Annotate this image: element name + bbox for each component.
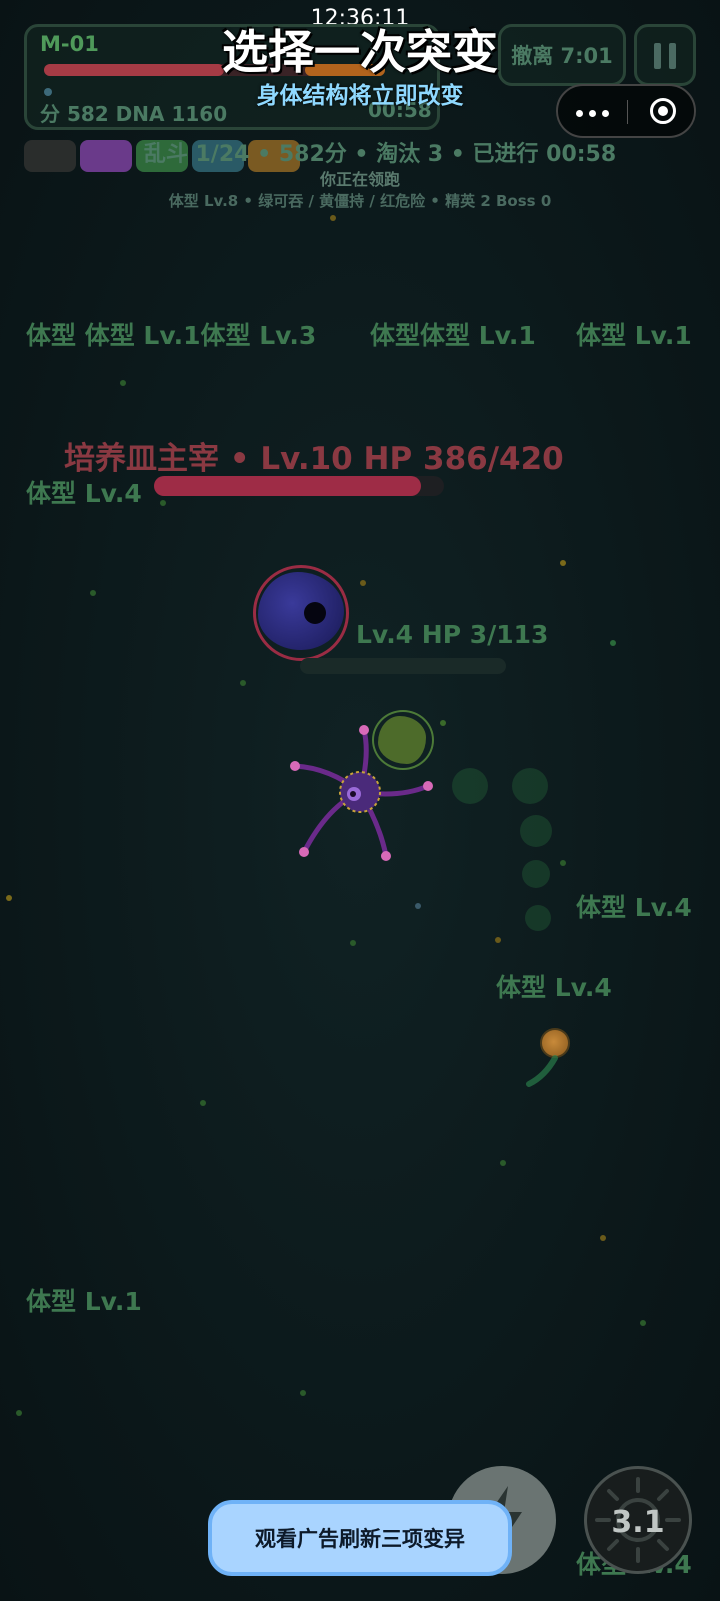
player-details: 体型 Lv.8 • 绿可吞 / 黄僵持 / 红危险 • 精英 2 Boss 0 <box>168 192 552 210</box>
food-particle <box>120 380 126 386</box>
trail-blob <box>452 768 488 804</box>
lead-status: 你正在领跑 <box>319 170 400 189</box>
food-particle <box>330 215 336 221</box>
enemy-label: 体型体型 Lv.1 <box>370 321 536 350</box>
nearby-enemy-hp-track <box>300 658 506 674</box>
food-particle <box>500 1160 506 1166</box>
mutation-subtitle: 身体结构将立即改变 <box>256 83 464 109</box>
nearby-enemy-label: Lv.4 HP 3/113 <box>356 620 549 649</box>
food-particle <box>610 640 616 646</box>
boss-cell <box>258 572 344 650</box>
boss-label: 培养皿主宰 • Lv.10 HP 386/420 <box>64 441 564 477</box>
enemy-label: 体型 体型 Lv.1体型 Lv.3 <box>26 321 317 350</box>
enemy-label: 体型 Lv.1 <box>26 1287 142 1316</box>
food-particle <box>360 580 366 586</box>
cooldown-value: 3.1 <box>611 1505 665 1540</box>
food-particle <box>640 1320 646 1326</box>
food-particle <box>16 1410 22 1416</box>
skill-cooldown-button[interactable]: 3.1 <box>584 1466 692 1574</box>
trail-blob <box>512 768 548 804</box>
trail-blob <box>522 860 550 888</box>
yellow-enemy-trail <box>526 1055 558 1087</box>
food-particle <box>300 1390 306 1396</box>
watch-ad-refresh-button[interactable]: 观看广告刷新三项变异 <box>208 1500 512 1576</box>
player-creature <box>290 725 433 861</box>
food-particle <box>240 680 246 686</box>
food-particle <box>560 860 566 866</box>
trail-blob <box>520 815 552 847</box>
mutation-title: 选择一次突变 <box>222 25 498 79</box>
enemy-label: 体型 Lv.4 <box>576 893 692 922</box>
food-particle <box>90 590 96 596</box>
boss-eye <box>304 602 326 624</box>
food-particle <box>495 937 501 943</box>
enemy-label: 体型 Lv.1 <box>576 321 692 350</box>
boss-hp-fill <box>154 476 421 496</box>
enemy-label: 体型 Lv.4 <box>496 973 612 1002</box>
food-particle <box>415 903 421 909</box>
trail-blob <box>525 905 551 931</box>
food-particle <box>6 895 12 901</box>
food-particle <box>350 940 356 946</box>
food-particle <box>600 1235 606 1241</box>
enemy-label: 体型 Lv.4 <box>26 479 142 508</box>
food-particle <box>560 560 566 566</box>
food-particle <box>160 500 166 506</box>
food-particle <box>200 1100 206 1106</box>
match-info: 乱斗 1/24 • 582分 • 淘汰 3 • 已进行 00:58 <box>143 142 617 167</box>
